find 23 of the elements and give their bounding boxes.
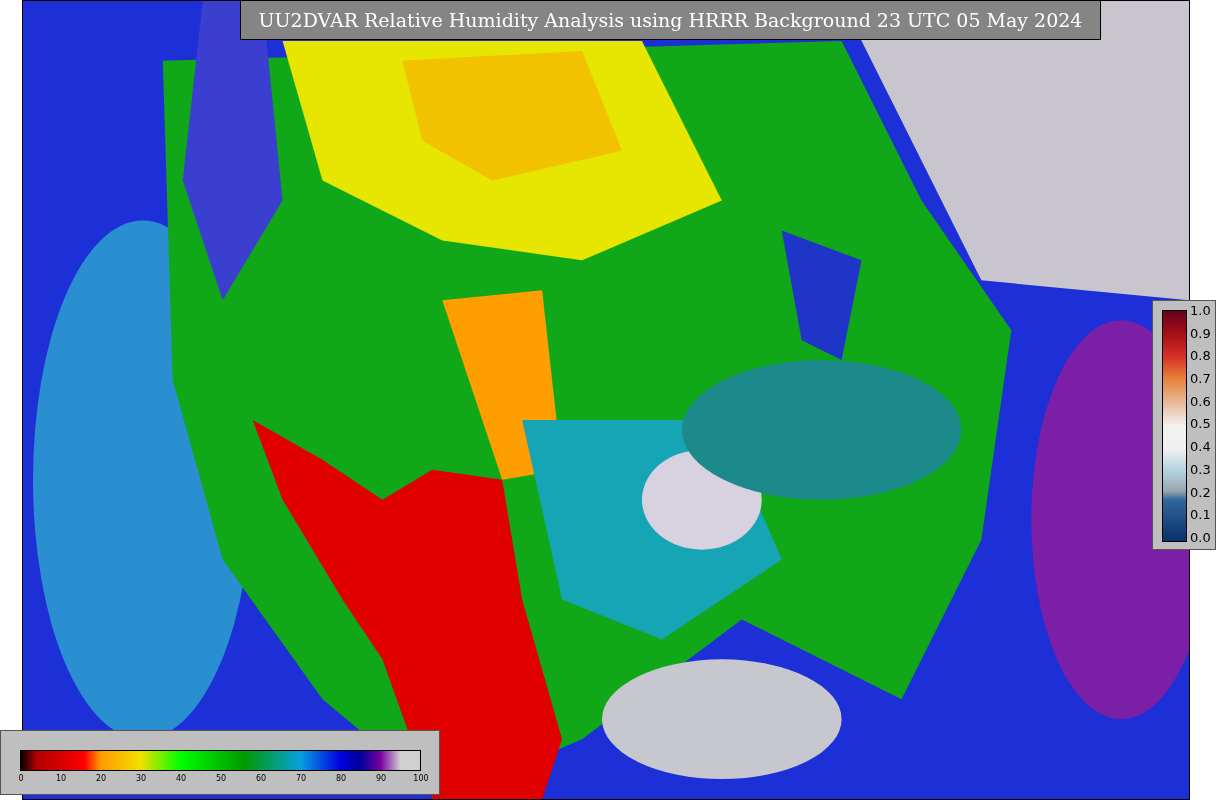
colorbar-tick-label: 0.0 (1190, 530, 1211, 544)
colorbar-tick-label: 40 (174, 775, 188, 783)
colorbar-tick-label: 60 (254, 775, 268, 783)
colorbar-tick-label: 80 (334, 775, 348, 783)
colorbar-tick-label: 0.8 (1190, 349, 1211, 363)
map-title: UU2DVAR Relative Humidity Analysis using HRRR Background 23 UTC 05 May 2024 (240, 0, 1101, 40)
colorbar-tick-label: 100 (412, 775, 430, 783)
colorbar-tick-label: 20 (94, 775, 108, 783)
colorbar-tick-label: 50 (214, 775, 228, 783)
colorbar-tick-label: 0.5 (1190, 417, 1211, 431)
colorbar-tick-label: 0.4 (1190, 440, 1211, 454)
colorbar-tick-label: 70 (294, 775, 308, 783)
colorbar-tick-label: 90 (374, 775, 388, 783)
colorbar-tick-label: 0.2 (1190, 485, 1211, 499)
colorbar-tick-label: 0.3 (1190, 462, 1211, 476)
colorbar-tick-label: 30 (134, 775, 148, 783)
colorbar-tick-label: 1.0 (1190, 304, 1211, 317)
colorbar-tick-label: 0.1 (1190, 508, 1211, 522)
colorbar-tick-label: 10 (54, 775, 68, 783)
colorbar-tick-label: 0 (17, 775, 25, 783)
colorbar-tick-label: 0.9 (1190, 326, 1211, 340)
colorbar-tick-label: 0.7 (1190, 372, 1211, 386)
colorbar-tick-label: 0.6 (1190, 394, 1211, 408)
